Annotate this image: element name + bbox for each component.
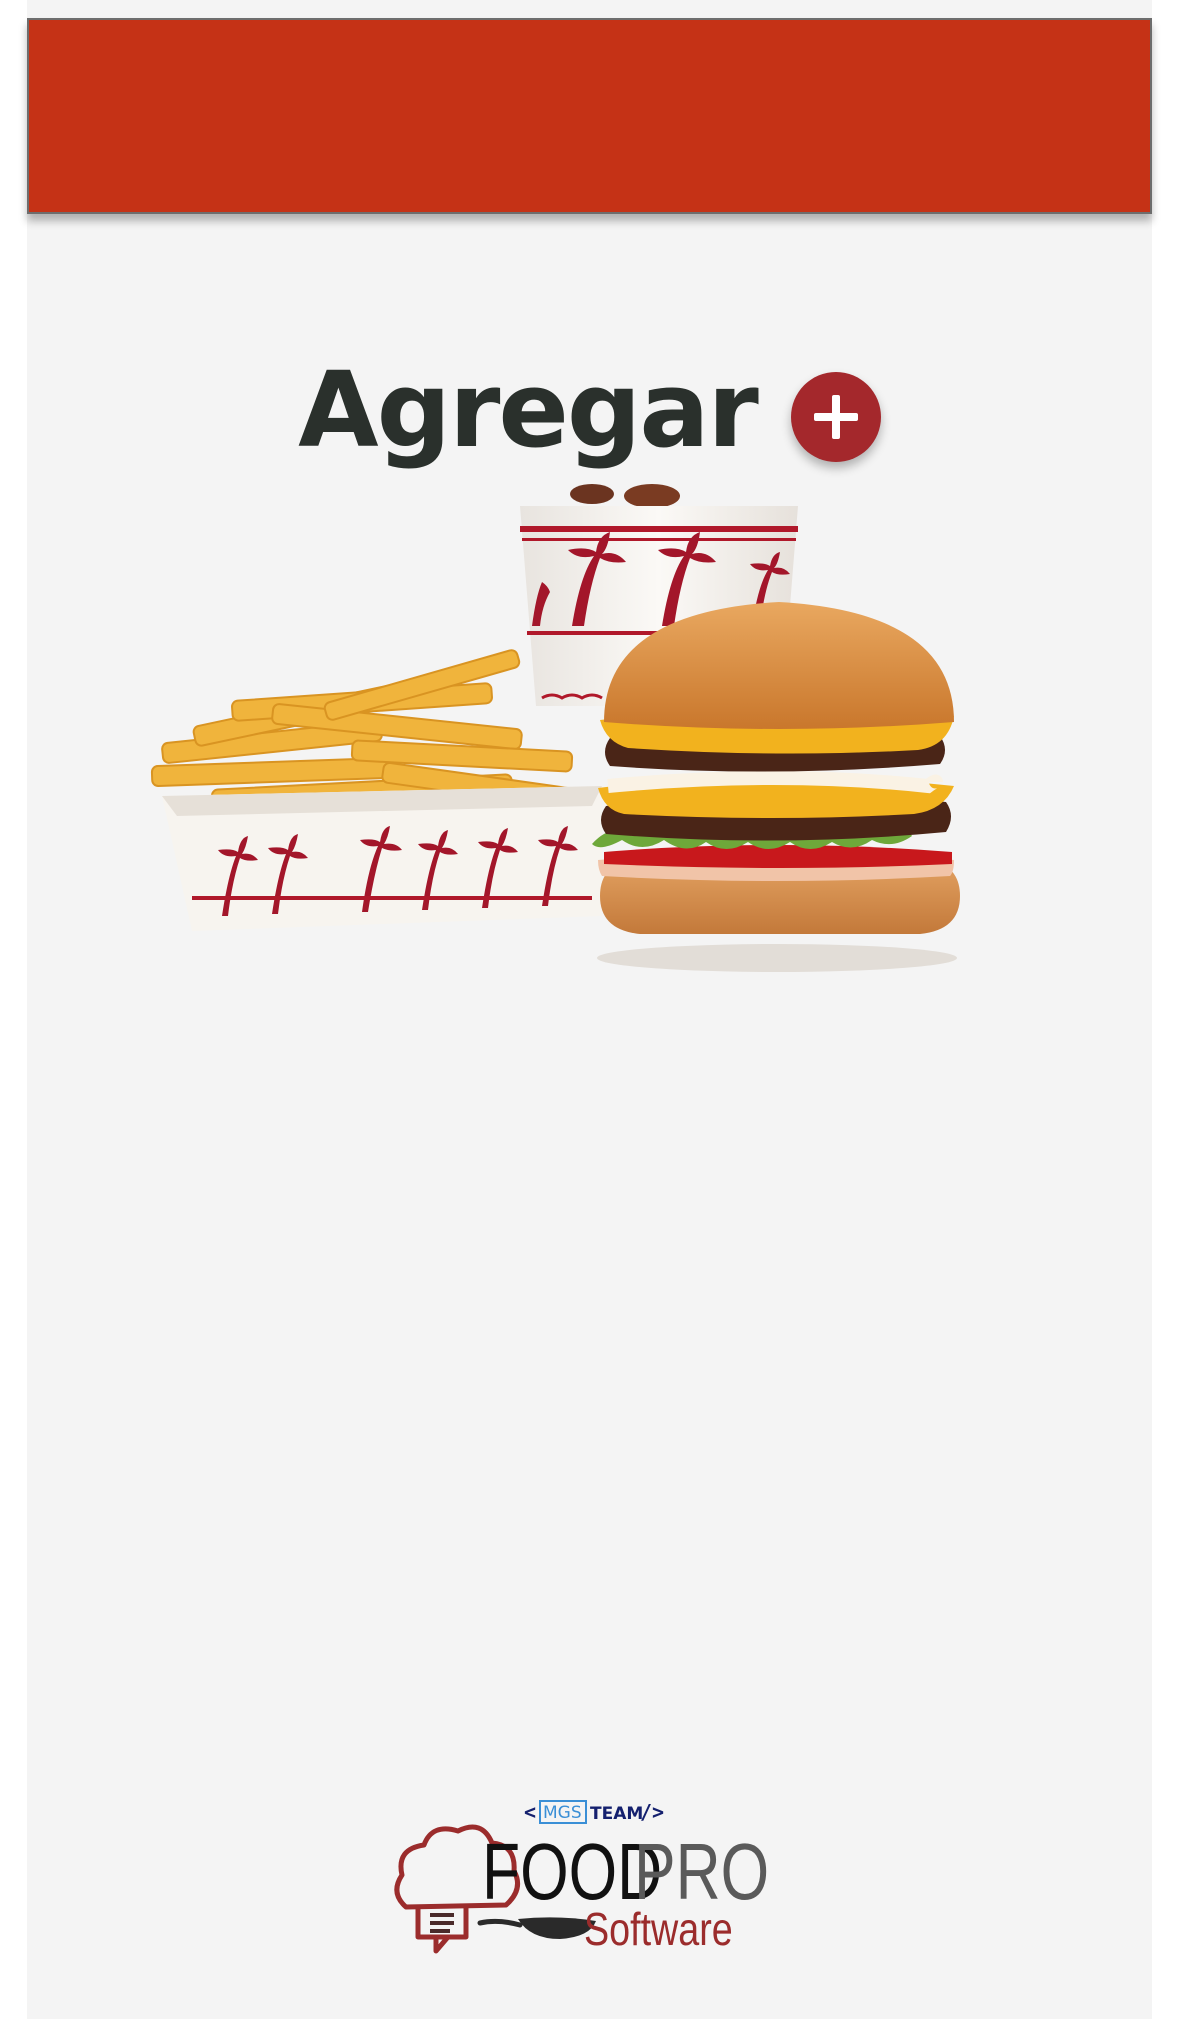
team-label: TEAM [590,1804,643,1824]
mgs-label: MGS [543,1803,582,1823]
brand-software: Software [584,1903,733,1954]
add-section: Agregar [27,350,1152,470]
frying-pan-icon [477,1917,596,1939]
burger [592,602,960,972]
burger-fries-drink-image [150,484,960,972]
fries-box [150,649,602,931]
add-button[interactable] [790,372,881,462]
app-screen: Agregar < MGS TEAM /> FOOD PRO Software [27,0,1152,2019]
note-lines-icon [430,1913,454,1933]
top-app-bar [27,18,1152,214]
svg-text:/>: /> [640,1800,664,1824]
add-title: Agregar [298,349,759,471]
foodpro-logo: < MGS TEAM /> FOOD PRO Software [394,1800,769,1955]
svg-text:<: < [524,1800,536,1824]
